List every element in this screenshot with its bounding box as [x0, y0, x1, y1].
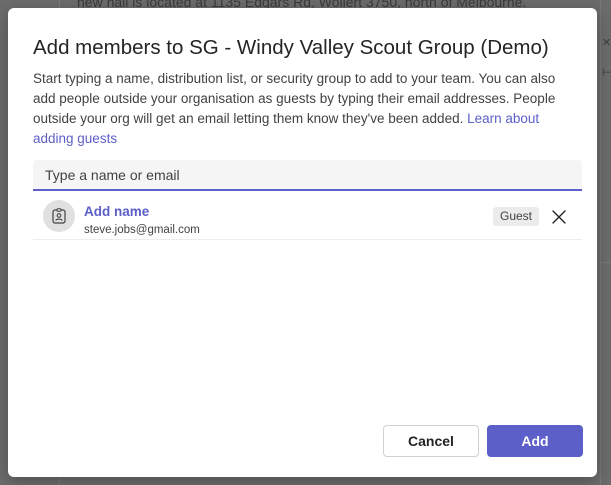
add-members-dialog: Add members to SG - Windy Valley Scout G…	[8, 8, 597, 477]
background-divider	[59, 478, 60, 485]
background-side-panel	[600, 262, 611, 485]
dialog-title: Add members to SG - Windy Valley Scout G…	[33, 36, 549, 59]
member-name[interactable]: Add name	[84, 204, 149, 219]
remove-member-button[interactable]	[548, 206, 570, 228]
background-pin-icon: ⊢	[602, 67, 611, 79]
member-email: steve.jobs@gmail.com	[84, 224, 200, 236]
close-icon	[552, 210, 566, 224]
background-close-icon: ✕	[602, 37, 611, 49]
member-list-item: Add name steve.jobs@gmail.com Guest	[33, 194, 582, 240]
add-button[interactable]: Add	[487, 425, 583, 457]
search-input[interactable]	[33, 160, 582, 191]
contact-card-icon	[52, 208, 66, 224]
avatar	[43, 200, 75, 232]
guest-badge: Guest	[493, 207, 540, 226]
cancel-button[interactable]: Cancel	[383, 425, 479, 457]
dialog-description: Start typing a name, distribution list, …	[33, 69, 578, 149]
